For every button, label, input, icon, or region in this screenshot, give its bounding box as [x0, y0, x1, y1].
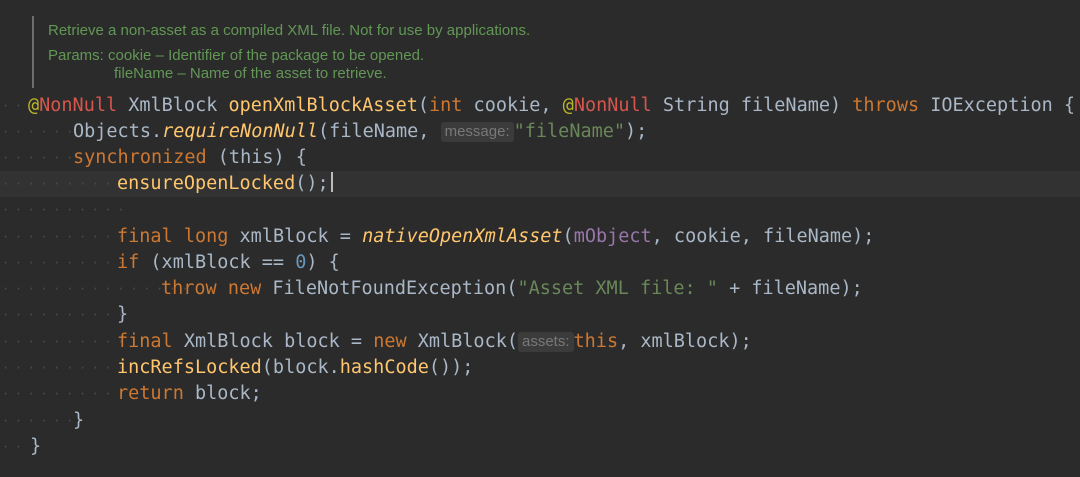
keyword-int: int: [429, 95, 463, 116]
annotation-at: @: [562, 95, 574, 116]
keyword-synchronized: synchronized: [73, 147, 207, 168]
code-line-return[interactable]: ·········· return block;: [0, 381, 1080, 407]
indent-guide: ······: [2, 151, 79, 165]
indent-guide: ··········: [2, 203, 131, 217]
args: (block.: [261, 357, 340, 378]
javadoc-rendered-comment: Retrieve a non-asset as a compiled XML f…: [32, 16, 1072, 88]
javadoc-params-line: Params: cookie – Identifier of the packa…: [48, 47, 424, 64]
code-line-synchronized[interactable]: ······ synchronized (this) {: [0, 145, 1080, 171]
paren: (: [506, 278, 518, 299]
method-call-hashcode: hashCode: [339, 357, 429, 378]
keyword-new: new: [227, 278, 262, 299]
synchronized-target: (this) {: [206, 147, 307, 168]
code-line-if[interactable]: ·········· if (xmlBlock == 0) {: [0, 250, 1080, 276]
keyword-long: long: [183, 226, 229, 247]
method-native-open-xml-asset: nativeOpenXmlAsset: [362, 226, 563, 247]
code-line-require-nonnull[interactable]: ······ Objects.requireNonNull(fileName, …: [0, 119, 1080, 145]
indent-guide: ··········: [2, 361, 131, 375]
param-filename: String fileName): [651, 95, 853, 116]
return-value: block;: [183, 383, 262, 404]
parameter-hint-assets: assets:: [518, 332, 574, 352]
parameter-hint-message: message:: [440, 122, 514, 142]
indent-guide: ··: [2, 440, 28, 454]
indent-guide: ··: [2, 99, 28, 113]
indent-guide: ··········: [2, 230, 131, 244]
code-line-xmlblock-decl[interactable]: ·········· final long xmlBlock = nativeO…: [0, 224, 1080, 250]
indent-guide: ··········: [2, 308, 131, 322]
return-type: XmlBlock: [117, 95, 229, 116]
keyword-throw: throw: [161, 278, 217, 299]
string-literal: "Asset XML file: ": [517, 278, 718, 299]
annotation-at: @: [28, 95, 40, 116]
string-literal: "fileName": [513, 121, 626, 142]
args: , cookie, fileName);: [651, 226, 875, 247]
code-line-ensure-open[interactable]: ·········· ensureOpenLocked();: [0, 171, 1080, 197]
paren: (: [506, 331, 518, 352]
code-line-empty[interactable]: ··········: [0, 197, 1080, 223]
indent-guide: ··········: [2, 177, 131, 191]
block-close: }: [30, 436, 42, 457]
statement-end: + fileName);: [717, 278, 863, 299]
block-close: }: [73, 410, 85, 431]
text-caret: [330, 172, 333, 192]
statement-end: ();: [295, 173, 329, 194]
statement-end: );: [625, 121, 648, 142]
field-mobject: mObject: [573, 226, 652, 247]
exception-type: IOException {: [919, 95, 1076, 116]
javadoc-params-label: Params:: [48, 47, 104, 64]
keyword-return: return: [117, 383, 184, 404]
indent-guide: ··········: [2, 256, 131, 270]
indent-guide: ··········: [2, 335, 131, 349]
keyword-final: final: [117, 226, 173, 247]
code-editor[interactable]: Retrieve a non-asset as a compiled XML f…: [0, 0, 1080, 477]
block-close: }: [117, 304, 129, 325]
method-require-nonnull: requireNonNull: [162, 121, 319, 142]
condition: (xmlBlock ==: [139, 252, 296, 273]
method-call-inc-refs-locked: incRefsLocked: [117, 357, 262, 378]
code-line-method-close[interactable]: ·· }: [0, 434, 1080, 460]
indent-guide: ··········: [2, 387, 131, 401]
javadoc-param-cookie: cookie – Identifier of the package to be…: [108, 47, 425, 64]
code-line-block-decl[interactable]: ·········· final XmlBlock block = new Xm…: [0, 329, 1080, 355]
variable-decl: xmlBlock =: [228, 226, 363, 247]
annotation-nonnull: NonNull: [573, 95, 652, 116]
block-open: ) {: [306, 252, 340, 273]
annotation-nonnull: NonNull: [39, 95, 118, 116]
indent-guide: ······: [2, 414, 79, 428]
keyword-if: if: [117, 252, 140, 273]
javadoc-summary: Retrieve a non-asset as a compiled XML f…: [48, 22, 531, 39]
keyword-new: new: [373, 331, 407, 352]
keyword-this: this: [573, 331, 619, 352]
javadoc-param-filename: fileName – Name of the asset to retrieve…: [114, 65, 387, 82]
class-file-not-found-exception: FileNotFoundException: [261, 278, 507, 299]
class-objects: Objects.: [73, 121, 163, 142]
code-line-method-signature[interactable]: ·· @NonNull XmlBlock openXmlBlockAsset(i…: [0, 93, 1080, 119]
code-line-inc-refs[interactable]: ·········· incRefsLocked(block.hashCode(…: [0, 355, 1080, 381]
method-call-ensure-open-locked: ensureOpenLocked: [117, 173, 296, 194]
keyword-throws: throws: [852, 95, 920, 116]
indent-guide: ······: [2, 125, 79, 139]
number-literal: 0: [295, 252, 307, 273]
statement-end: ());: [428, 357, 474, 378]
paren: (: [417, 95, 429, 116]
class-xmlblock: XmlBlock: [406, 331, 507, 352]
args: (fileName,: [318, 121, 441, 142]
code-line-sync-close[interactable]: ······ }: [0, 408, 1080, 434]
statement-end: , xmlBlock);: [618, 331, 752, 352]
variable-decl: XmlBlock block =: [172, 331, 374, 352]
method-name: openXmlBlockAsset: [228, 95, 418, 116]
keyword-final: final: [117, 331, 173, 352]
code-line-if-close[interactable]: ·········· }: [0, 302, 1080, 328]
paren: (: [562, 226, 574, 247]
code-line-throw[interactable]: ··············· throw new FileNotFoundEx…: [0, 276, 1080, 302]
param-cookie: cookie,: [462, 95, 563, 116]
